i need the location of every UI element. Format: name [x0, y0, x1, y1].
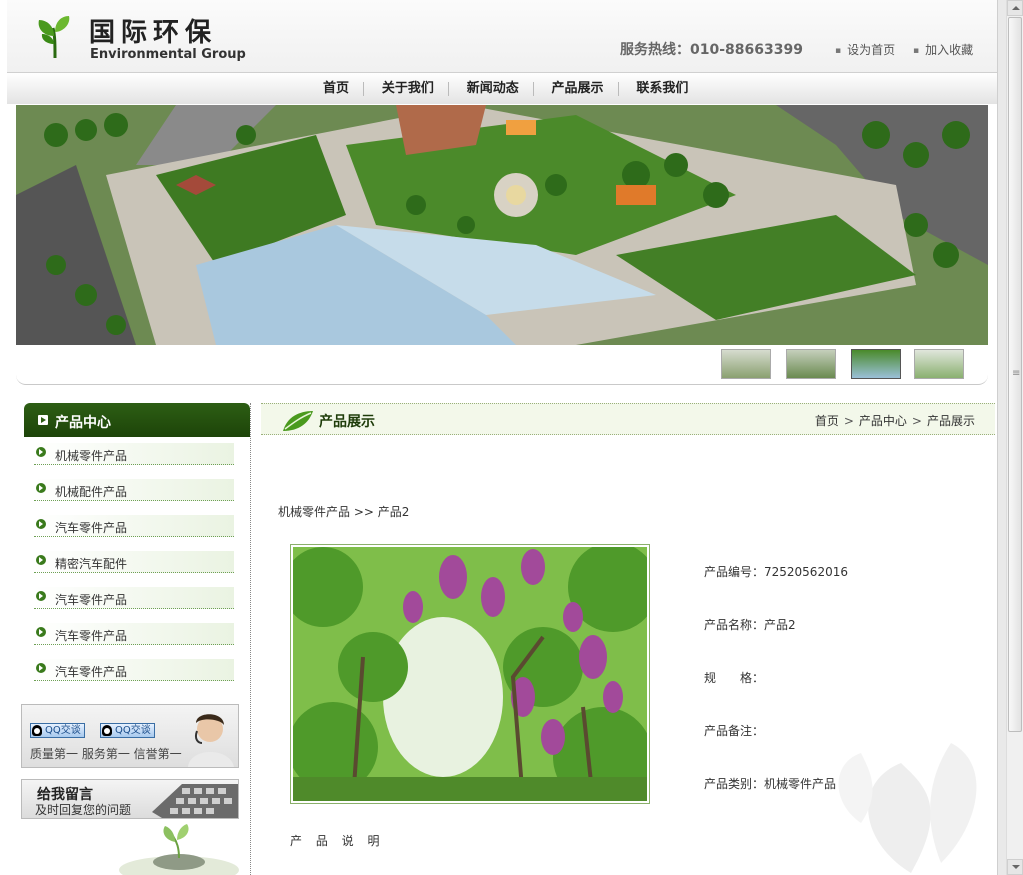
park-aerial-illustration [16, 105, 988, 345]
qq-chat-label: QQ交谈 [115, 725, 151, 736]
banner-thumb-2[interactable] [786, 349, 836, 379]
product-note: 产品备注： [704, 724, 765, 738]
category-item[interactable]: 精密汽车配件 [34, 551, 234, 587]
category-item[interactable]: 汽车零件产品 [34, 587, 234, 623]
breadcrumb-product-center[interactable]: 产品中心 [859, 414, 907, 428]
product-description-label: 产 品 说 明 [290, 834, 385, 848]
breadcrumb-current: 产品展示 [926, 414, 975, 428]
category-item[interactable]: 汽车零件产品 [34, 623, 234, 659]
brand-name-cn: 国际环保 [89, 18, 218, 48]
section-title: 产品展示 [319, 414, 375, 430]
banner-thumb-4[interactable] [914, 349, 964, 379]
category-item[interactable]: 汽车零件产品 [34, 515, 234, 551]
category-item-label[interactable]: 汽车零件产品 [55, 591, 127, 608]
breadcrumb: 首页 > 产品中心 > 产品展示 [815, 412, 975, 429]
section-header: 产品展示 首页 > 产品中心 > 产品展示 [261, 403, 995, 435]
qq-penguin-icon [102, 725, 112, 736]
page-frame-edge [997, 0, 1006, 875]
bullet-arrow-icon [36, 555, 46, 565]
main-content: 产品展示 首页 > 产品中心 > 产品展示 机械零件产品 >> 产品2 产品编号… [261, 403, 997, 875]
scroll-down-arrow-icon[interactable] [1007, 859, 1023, 875]
browser-viewport: 国际环保 Environmental Group 服务热线：010-886633… [0, 0, 1023, 875]
sidebar-divider [250, 403, 251, 875]
bullet-arrow-icon [36, 663, 46, 673]
banner-thumb-1[interactable] [721, 349, 771, 379]
keyboard-icon [152, 784, 238, 818]
category-item[interactable]: 机械零件产品 [34, 443, 234, 479]
category-item-label[interactable]: 机械配件产品 [55, 483, 127, 500]
product-spec: 规 格： [704, 671, 765, 685]
bullet-arrow-icon [36, 483, 46, 493]
category-item[interactable]: 机械配件产品 [34, 479, 234, 515]
bullet-arrow-icon [36, 447, 46, 457]
product-name: 产品名称：产品2 [704, 618, 796, 632]
category-item[interactable]: 汽车零件产品 [34, 659, 234, 695]
top-links: 设为首页 加入收藏 [835, 41, 987, 58]
wisteria-trees-photo [293, 547, 647, 801]
leaf-logo-icon [38, 16, 70, 59]
leave-message-subtitle: 及时回复您的问题 [35, 803, 132, 817]
banner-thumbnails [16, 345, 988, 385]
service-hotline: 服务热线：010-88663399 [620, 42, 803, 58]
qq-penguin-icon [32, 725, 42, 736]
brand-name-en: Environmental Group [90, 47, 246, 62]
vertical-scrollbar[interactable] [1006, 0, 1023, 875]
breadcrumb-home[interactable]: 首页 [815, 414, 839, 428]
chevron-right-icon: > [843, 414, 854, 428]
website: 国际环保 Environmental Group 服务热线：010-886633… [7, 0, 997, 875]
nav-contact[interactable]: 联系我们 [622, 82, 702, 96]
product-path: 机械零件产品 >> 产品2 [278, 505, 410, 519]
banner-image [16, 105, 988, 345]
nav-about[interactable]: 关于我们 [368, 82, 449, 96]
customer-service-icon [188, 714, 234, 767]
qq-slogan: 质量第一 服务第一 信誉第一 [30, 747, 182, 761]
scroll-thumb[interactable] [1008, 17, 1022, 732]
bullet-arrow-icon [36, 627, 46, 637]
nav-news[interactable]: 新闻动态 [453, 82, 534, 96]
scroll-up-arrow-icon[interactable] [1007, 0, 1023, 16]
qq-chat-button[interactable]: QQ交谈 [100, 723, 155, 738]
nav-home[interactable]: 首页 [309, 82, 365, 96]
product-center-title: 产品中心 [55, 415, 111, 431]
nav-products[interactable]: 产品展示 [538, 82, 619, 96]
leaf-icon [283, 411, 313, 431]
main-nav: 首页 关于我们 新闻动态 产品展示 联系我们 [7, 72, 997, 104]
category-item-label[interactable]: 精密汽车配件 [55, 555, 127, 572]
product-image [290, 544, 650, 804]
hand-plant-decoration [119, 824, 239, 875]
chevron-right-icon: > [911, 414, 922, 428]
site-header: 国际环保 Environmental Group 服务热线：010-886633… [7, 0, 997, 104]
product-category: 产品类别：机械零件产品 [704, 777, 837, 791]
qq-chat-label: QQ交谈 [45, 725, 81, 736]
product-code: 产品编号：72520562016 [704, 565, 848, 579]
qq-chat-button[interactable]: QQ交谈 [30, 723, 85, 738]
product-center-header: 产品中心 [24, 403, 250, 437]
add-favorite-link[interactable]: 加入收藏 [913, 41, 973, 58]
category-item-label[interactable]: 汽车零件产品 [55, 627, 127, 644]
qq-contact-box: QQ交谈 QQ交谈 质量第一 服务第一 信誉第一 [21, 704, 239, 768]
leave-message-box[interactable]: 给我留言 及时回复您的问题 [21, 779, 239, 819]
ginkgo-leaves-decoration [838, 743, 977, 873]
category-item-label[interactable]: 汽车零件产品 [55, 519, 127, 536]
banner-thumb-3[interactable] [851, 349, 901, 379]
category-item-label[interactable]: 汽车零件产品 [55, 663, 127, 680]
bullet-arrow-icon [36, 591, 46, 601]
arrow-box-icon [38, 415, 48, 425]
bullet-arrow-icon [36, 519, 46, 529]
category-item-label[interactable]: 机械零件产品 [55, 447, 127, 464]
category-list: 机械零件产品 机械配件产品 汽车零件产品 精密汽车配件 汽车零件产品 汽车零件产… [34, 443, 234, 695]
set-homepage-link[interactable]: 设为首页 [835, 41, 895, 58]
